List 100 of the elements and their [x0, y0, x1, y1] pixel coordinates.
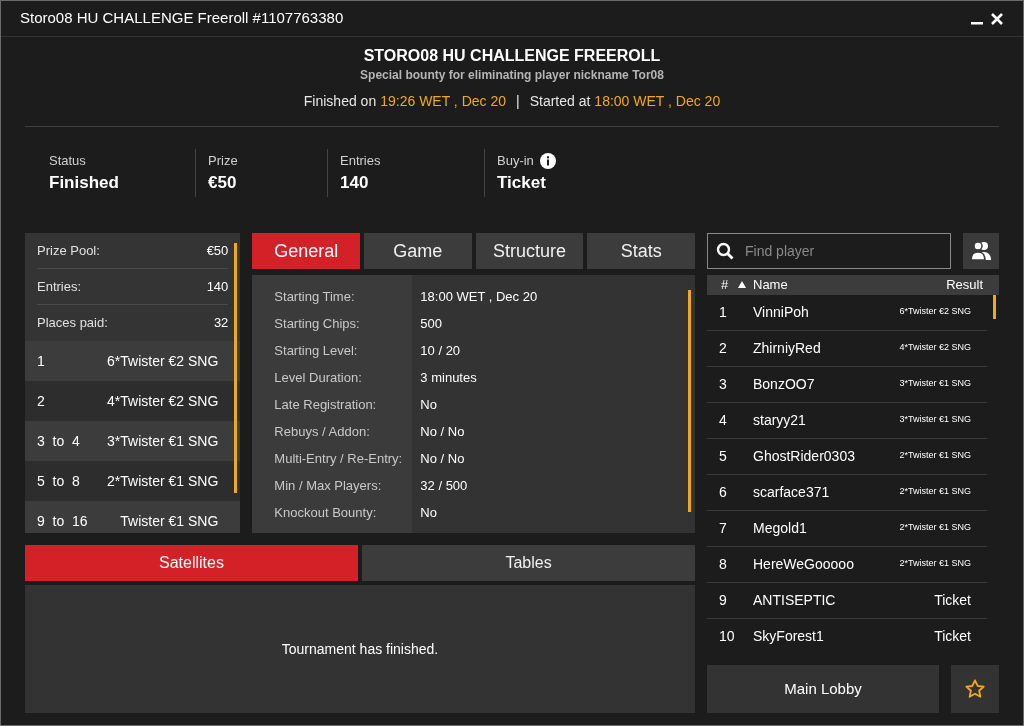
started-label: Started at [529, 92, 591, 110]
scrollbar-thumb[interactable] [993, 294, 996, 319]
favorite-button[interactable] [951, 665, 999, 713]
search-icon [716, 242, 734, 260]
payout-prize: 4*Twister €2 SNG [107, 391, 219, 411]
tab[interactable]: General [252, 233, 360, 269]
finished-label: Finished on [303, 92, 377, 110]
result-cell-text: 4*Twister €2 SNG [899, 341, 972, 355]
info-value: 10 / 20 [420, 341, 461, 360]
payout-prize: 2*Twister €1 SNG [107, 471, 219, 491]
stat-label: Entries [340, 152, 381, 171]
player-name: BonzOO7 [753, 374, 816, 394]
result-cell-text: Ticket [934, 590, 972, 610]
info-label: Rebuys / Addon: [273, 422, 371, 441]
info-label: Level Duration: [273, 368, 363, 387]
info-label: Multi-Entry / Re-Entry: [273, 449, 404, 468]
player-name: VinniPoh [753, 302, 810, 322]
rank-cell-text: 9 [718, 590, 728, 610]
column-header[interactable]: # [721, 275, 729, 295]
close-icon[interactable] [990, 11, 1004, 26]
info-value: 3 minutes [420, 368, 477, 387]
star-icon [964, 678, 986, 700]
stat-label: Status [49, 152, 86, 171]
payout-place: 5 to 8 [37, 471, 80, 491]
result-cell-text: 2*Twister €1 SNG [899, 449, 972, 463]
window-title: Storo08 HU CHALLENGE Freeroll #1107763380 [20, 8, 344, 29]
info-value: No [420, 395, 437, 414]
scrollbar-thumb[interactable] [234, 243, 238, 493]
rank-cell-text: 7 [718, 518, 728, 538]
result-cell-text: Ticket [934, 627, 972, 646]
result-cell-text: 3*Twister €1 SNG [899, 377, 972, 391]
search-field[interactable]: Find player [707, 233, 951, 269]
summary-value: 140 [206, 277, 229, 296]
summary-label: Entries: [37, 277, 82, 296]
summary-value: €50 [206, 241, 229, 260]
main-lobby-button[interactable]: Main Lobby [707, 665, 939, 713]
summary-label: Prize Pool: [37, 241, 100, 260]
result-cell-text: 2*Twister €1 SNG [899, 485, 972, 499]
info-label: Starting Chips: [273, 314, 361, 333]
tournament-title: STORO08 HU CHALLENGE FREEROLL [363, 46, 661, 66]
player-name: GhostRider0303 [753, 446, 856, 466]
info-icon[interactable] [539, 153, 556, 169]
player-name: ANTISEPTIC [753, 590, 837, 610]
rank-cell-text: 2 [718, 338, 728, 358]
payout-place: 3 to 4 [37, 431, 80, 451]
info-label: Starting Time: [273, 287, 356, 306]
info-label: Knockout Bounty: [273, 503, 378, 522]
separator: | [516, 92, 520, 110]
payout-prize: 6*Twister €2 SNG [107, 351, 219, 371]
tab[interactable]: Stats [587, 233, 696, 269]
player-name: Megold1 [753, 518, 808, 538]
info-value: 32 / 500 [420, 476, 468, 495]
column-header[interactable]: Result [946, 275, 983, 295]
stat-value: Ticket [497, 171, 547, 194]
stat-value: €50 [208, 171, 238, 194]
player-name: HereWeGooooo [753, 554, 855, 574]
info-value: No / No [420, 449, 465, 468]
rank-cell-text: 5 [718, 446, 728, 466]
tab[interactable]: Structure [475, 233, 584, 269]
finished-time: 19:26 WET , Dec 20 [380, 92, 506, 110]
stat-label: Prize [208, 152, 238, 171]
info-value: No [420, 503, 437, 522]
result-cell-text: 2*Twister €1 SNG [899, 521, 972, 535]
player-name: ZhirniyRed [753, 338, 822, 358]
player-name: SkyForest1 [753, 627, 825, 646]
tab[interactable]: Game [364, 233, 472, 269]
summary-value: 32 [213, 314, 229, 333]
result-cell-text: 2*Twister €1 SNG [899, 557, 972, 571]
info-label: Late Registration: [273, 395, 378, 414]
rank-cell-text: 3 [718, 374, 728, 394]
scrollbar-thumb[interactable] [688, 290, 691, 512]
info-label: Min / Max Players: [273, 476, 383, 495]
info-value: 500 [420, 314, 443, 333]
people-icon [970, 241, 992, 261]
column-header[interactable]: Name [753, 275, 788, 295]
stat-value: Finished [49, 171, 120, 194]
player-name: scarface371 [753, 482, 831, 502]
info-value: 18:00 WET , Dec 20 [420, 287, 538, 306]
payout-place: 9 to 16 [37, 511, 88, 531]
info-value: No / No [420, 422, 465, 441]
payout-prize: Twister €1 SNG [120, 511, 219, 531]
stat-value: 140 [340, 171, 370, 194]
result-cell-text: 3*Twister €1 SNG [899, 413, 972, 427]
rank-cell-text: 10 [718, 627, 736, 646]
status-message: Tournament has finished. [281, 639, 439, 659]
stat-label: Buy-in [497, 152, 534, 171]
payout-prize: 3*Twister €1 SNG [107, 431, 219, 451]
rank-cell-text: 6 [718, 482, 728, 502]
rank-cell-text: 1 [718, 302, 728, 322]
tab[interactable]: Tables [362, 545, 695, 581]
rank-cell-text: 8 [718, 554, 728, 574]
player-name: staryy21 [753, 410, 807, 430]
result-cell-text: 6*Twister €2 SNG [899, 305, 972, 319]
summary-label: Places paid: [37, 314, 108, 333]
players-button[interactable] [963, 233, 999, 269]
tournament-subtitle: Special bounty for eliminating player nickname Tor08 [360, 67, 664, 84]
payout-place: 1 [37, 351, 45, 371]
rank-cell-text: 4 [718, 410, 728, 430]
tab[interactable]: Satellites [25, 545, 358, 581]
info-label: Starting Level: [273, 341, 359, 360]
